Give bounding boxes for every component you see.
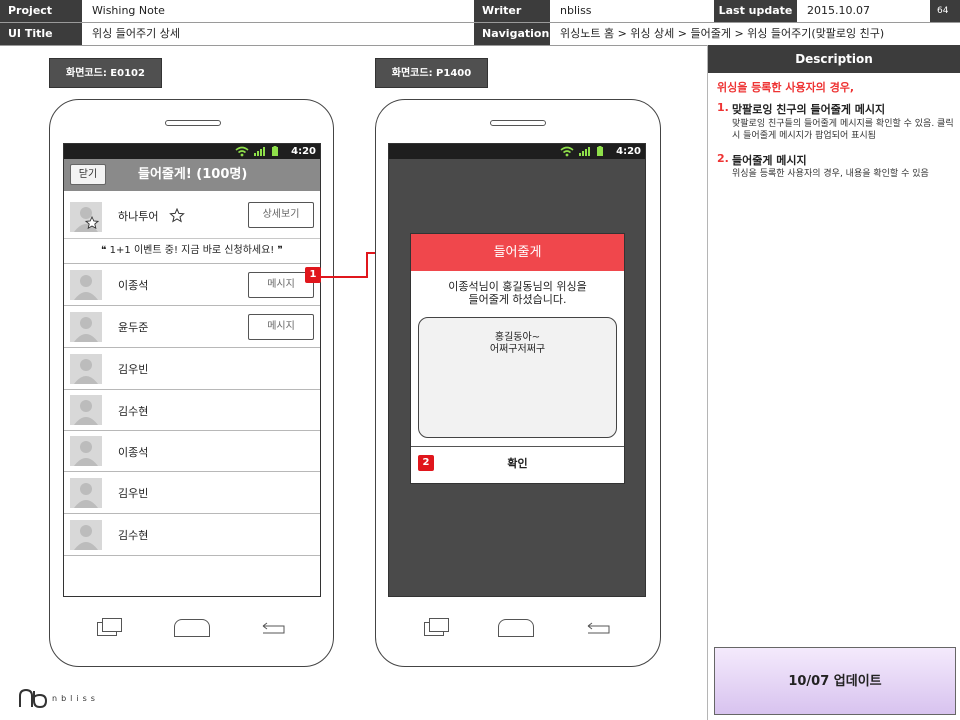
status-icons: [235, 146, 278, 157]
phone-screen-right: 4:20 들어줄게 이종석님이 홍길동님의 위싱을 들어줄게 하셨습니다. 홍길…: [388, 143, 646, 597]
writer-label: Writer: [474, 0, 550, 22]
dialog-title: 들어줄게: [411, 234, 624, 271]
page-number: 64: [930, 0, 960, 22]
ui-title-value: 위싱 들어주기 상세: [82, 23, 474, 45]
status-bar: 4:20: [389, 144, 645, 159]
status-bar: 4:20: [64, 144, 320, 159]
dialog-footer: 확인: [411, 446, 624, 484]
star-icon[interactable]: [169, 208, 185, 223]
description-item-number: 2.: [717, 152, 729, 165]
header-divider: [0, 22, 960, 23]
description-item-body: 맞팔로잉 친구들의 들어줄게 메시지를 확인할 수 있음. 클릭 시 들어줄게 …: [732, 119, 954, 141]
list-item[interactable]: 김우빈: [64, 348, 320, 390]
friend-name: 이종석: [118, 279, 149, 292]
home-icon[interactable]: [498, 619, 534, 637]
annotation-badge-2: 2: [418, 455, 434, 471]
avatar: [70, 436, 102, 466]
nbliss-logo: nbliss: [18, 688, 108, 710]
list-item[interactable]: 김수현: [64, 390, 320, 431]
project-label: Project: [0, 0, 82, 22]
last-update-label: Last update: [714, 0, 797, 22]
back-icon[interactable]: [586, 621, 611, 635]
status-time: 4:20: [616, 146, 641, 157]
avatar: [70, 478, 102, 508]
description-panel: Description 위싱을 등록한 사용자의 경우, 1. 맞팔로잉 친구의…: [707, 45, 960, 720]
confirm-button[interactable]: 확인: [411, 447, 624, 484]
status-icons: [560, 146, 603, 157]
phone-speaker: [165, 120, 221, 126]
screen-code-right: 화면코드: P1400: [375, 58, 488, 88]
update-note: 10/07 업데이트: [714, 647, 956, 715]
message-note-line1: 홍길동아~: [494, 332, 541, 343]
dialog-message-line2: 들어줄게 하셨습니다.: [468, 293, 567, 306]
last-update-value: 2015.10.07: [797, 0, 930, 22]
home-icon[interactable]: [174, 619, 210, 637]
message-button[interactable]: 메시지: [248, 314, 314, 340]
featured-name: 하나투어: [118, 210, 159, 223]
title-bar: 닫기 들어줄게! (100명): [64, 159, 320, 191]
description-item-number: 1.: [717, 101, 729, 114]
friend-name: 김수현: [118, 529, 149, 542]
recent-apps-icon[interactable]: [424, 618, 449, 636]
avatar: [70, 312, 102, 342]
message-note-line2: 어쩌구저쩌구: [489, 344, 546, 355]
logo-text: nbliss: [52, 694, 99, 703]
screen-code-left: 화면코드: E0102: [49, 58, 162, 88]
recent-apps-icon[interactable]: [97, 618, 122, 636]
ui-title-label: UI Title: [0, 23, 82, 45]
avatar: [70, 395, 102, 425]
description-heading: Description: [708, 45, 960, 73]
message-content-box: 홍길동아~ 어쩌구저쩌구: [418, 317, 617, 438]
avatar: [70, 202, 102, 232]
project-value: Wishing Note: [82, 0, 474, 22]
featured-row[interactable]: 하나투어 상세보기: [64, 191, 320, 239]
friend-name: 김우빈: [118, 487, 149, 500]
description-intro: 위싱을 등록한 사용자의 경우,: [717, 81, 855, 94]
dialog-message-line1: 이종석님이 홍길동님의 위싱을: [448, 280, 587, 293]
navigation-value: 위싱노트 홈 > 위싱 상세 > 들어줄게 > 위싱 들어주기(맞팔로잉 친구): [550, 23, 960, 45]
back-icon[interactable]: [261, 621, 286, 635]
avatar: [70, 354, 102, 384]
list-item[interactable]: 이종석: [64, 431, 320, 472]
friend-name: 김우빈: [118, 363, 149, 376]
featured-message: ❝ 1+1 이벤트 중! 지금 바로 신청하세요! ❞: [64, 240, 320, 264]
status-time: 4:20: [291, 146, 316, 157]
list-item[interactable]: 김수현: [64, 514, 320, 556]
list-item[interactable]: 김우빈: [64, 472, 320, 514]
detail-button[interactable]: 상세보기: [248, 202, 314, 228]
avatar: [70, 520, 102, 550]
list-item[interactable]: 윤두준 메시지: [64, 306, 320, 348]
description-item-title: 맞팔로잉 친구의 들어줄게 메시지: [732, 103, 886, 116]
navigation-label: Navigation: [474, 23, 550, 45]
avatar: [70, 270, 102, 300]
list-item[interactable]: 이종석 메시지: [64, 264, 320, 306]
phone-screen-left: 4:20 닫기 들어줄게! (100명) 하나투어 상세보기 ❝ 1+1 이벤트…: [63, 143, 321, 597]
description-item-title: 들어줄게 메시지: [732, 154, 807, 167]
logo-mark-icon: [19, 688, 48, 709]
friend-name: 이종석: [118, 446, 149, 459]
list-title: 들어줄게! (100명): [138, 167, 248, 182]
close-button[interactable]: 닫기: [70, 164, 106, 185]
annotation-badge-1: 1: [305, 267, 321, 283]
friend-name: 윤두준: [118, 321, 149, 334]
writer-value: nbliss: [550, 0, 714, 22]
message-dialog: 들어줄게 이종석님이 홍길동님의 위싱을 들어줄게 하셨습니다. 홍길동아~ 어…: [410, 233, 625, 484]
friend-name: 김수현: [118, 405, 149, 418]
phone-speaker: [490, 120, 546, 126]
description-item-body: 위싱을 등록한 사용자의 경우, 내용을 확인할 수 있음: [732, 169, 929, 179]
